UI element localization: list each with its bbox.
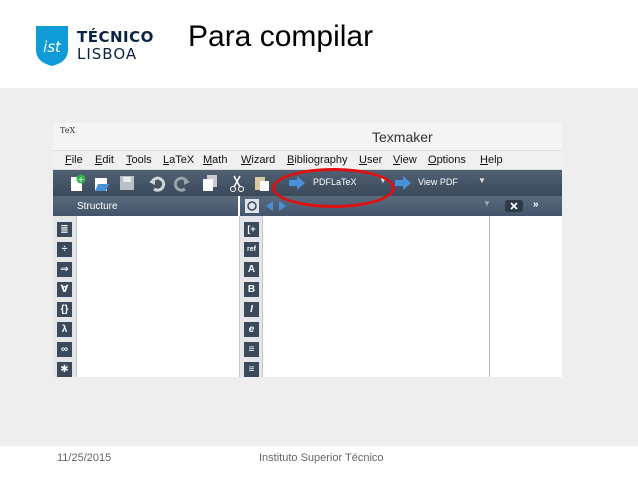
structure-label: Structure [77,201,118,212]
insert-icon[interactable]: [+ [244,222,259,237]
menu-file[interactable]: File [65,154,83,166]
close-document-icon[interactable] [505,200,523,212]
align-center-icon[interactable]: ≡ [244,362,259,377]
structure-view-icon[interactable]: ≣ [57,222,72,237]
misc-symbols-icon[interactable]: ✱ [57,362,72,377]
undo-icon[interactable] [148,174,166,192]
infinity-symbols-icon[interactable]: ∞ [57,342,72,357]
menu-wizard[interactable]: Wizard [241,154,275,166]
copy-icon[interactable] [201,174,219,192]
shield-icon: ist [36,26,68,66]
menu-help[interactable]: Help [480,154,503,166]
forall-symbols-icon[interactable]: ∀ [57,282,72,297]
menu-latex[interactable]: LaTeX [163,154,194,166]
view-command-value: View PDF [418,177,458,187]
logo-text-tecnico: TÉCNICO [77,28,154,46]
refresh-icon[interactable] [245,199,259,213]
cut-icon[interactable] [228,174,246,192]
menu-user[interactable]: User [359,154,382,166]
menu-bar: File Edit Tools LaTeX Math Wizard Biblio… [53,151,562,170]
previous-document-icon[interactable] [264,200,274,212]
save-icon[interactable] [118,174,136,192]
paste-icon[interactable] [253,174,271,192]
new-file-icon[interactable]: + [68,174,86,192]
arrows-icon[interactable]: ⇒ [57,262,72,277]
document-list-chevron-icon[interactable]: ▼ [483,199,491,208]
font-size-icon[interactable]: A [244,262,259,277]
next-document-icon[interactable] [278,200,288,212]
texmaker-window: TeX Texmaker File Edit Tools LaTeX Math … [53,123,562,377]
menu-tools[interactable]: Tools [126,154,152,166]
footer-date: 11/25/2015 [57,452,112,464]
editor-area[interactable] [263,216,490,377]
menu-bibliography[interactable]: Bibliography [287,154,348,166]
svg-text:+: + [78,175,85,184]
svg-text:ist: ist [43,38,62,56]
menu-options[interactable]: Options [428,154,466,166]
footer-institution: Instituto Superior Técnico [259,452,384,464]
italic-icon[interactable]: I [244,302,259,317]
emphasis-icon[interactable]: e [244,322,259,337]
operators-icon[interactable]: ÷ [57,242,72,257]
menu-edit[interactable]: Edit [95,154,114,166]
delimiters-icon[interactable]: {} [57,302,72,317]
structure-panel-header: Structure [53,196,238,216]
open-file-icon[interactable] [93,174,111,192]
window-title: Texmaker [372,129,433,145]
tecnico-lisboa-logo: ist TÉCNICO LISBOA [36,26,153,70]
pdf-viewer-panel [490,216,562,377]
bold-icon[interactable]: B [244,282,259,297]
menu-view[interactable]: View [393,154,417,166]
view-arrow-icon[interactable] [394,174,412,192]
structure-tree-panel[interactable] [77,216,235,377]
chevron-down-icon: ▼ [478,176,486,185]
latex-side-toolbar: [+ ref A B I e ≡ ≡ [239,216,263,377]
structure-side-toolbar: ≣ ÷ ⇒ ∀ {} λ ∞ ✱ [53,216,77,377]
highlight-ellipse [272,168,395,208]
menu-math[interactable]: Math [203,154,227,166]
redo-icon[interactable] [173,174,191,192]
window-titlebar: TeX Texmaker [53,123,562,151]
slide-header: ist TÉCNICO LISBOA Para compilar [0,0,638,88]
align-left-icon[interactable]: ≡ [244,342,259,357]
greek-letters-icon[interactable]: λ [57,322,72,337]
slide-title: Para compilar [188,20,374,53]
view-command-select[interactable]: View PDF ▼ [416,175,488,191]
texmaker-app-icon: TeX [60,126,76,135]
logo-text-lisboa: LISBOA [77,45,138,63]
overflow-icon[interactable]: » [533,199,539,210]
ref-icon[interactable]: ref [244,242,259,257]
